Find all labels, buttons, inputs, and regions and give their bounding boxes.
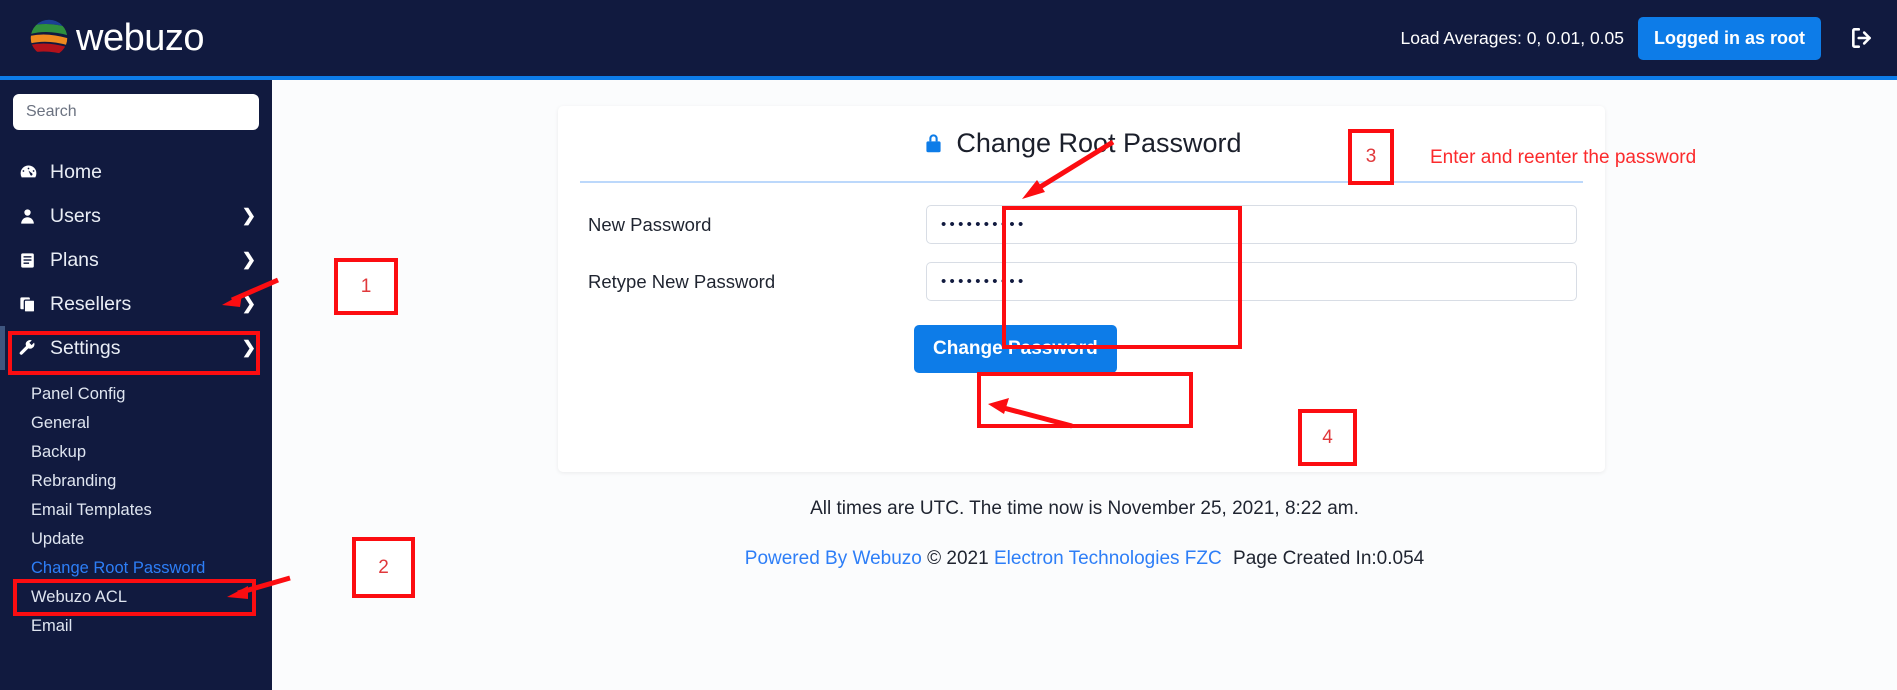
footer-page-created: Page Created In:0.054 (1233, 548, 1425, 569)
sidebar-subitem-email[interactable]: Email (0, 612, 272, 641)
sidebar-item-home[interactable]: Home (0, 150, 272, 194)
sidebar-item-label: Plans (50, 248, 99, 271)
electron-technologies-link[interactable]: Electron Technologies FZC (994, 548, 1222, 569)
page-title: Change Root Password (956, 128, 1242, 158)
change-password-button[interactable]: Change Password (914, 325, 1117, 373)
sidebar-search-wrap (0, 94, 272, 130)
new-password-label: New Password (588, 213, 712, 235)
sidebar-nav: Home Users ❯ Plans ❯ Resellers ❯ Setting… (0, 150, 272, 641)
webuzo-globe-icon (26, 15, 72, 61)
footer-copyright: © 2021 (927, 548, 989, 569)
sidebar-item-label: Home (50, 160, 103, 183)
card-title-row: Change Root Password (558, 106, 1605, 159)
footer: All times are UTC. The time now is Novem… (272, 498, 1897, 570)
card-divider (580, 181, 1583, 183)
brand-logo[interactable]: webuzo (26, 15, 204, 61)
retype-password-label: Retype New Password (588, 270, 776, 292)
sidebar-subitem-backup[interactable]: Backup (0, 438, 272, 467)
header-accent-line (0, 76, 1897, 80)
sidebar: Home Users ❯ (0, 80, 272, 690)
brand-name: webuzo (76, 17, 204, 59)
sidebar-item-label: Users (50, 204, 101, 227)
sidebar-subitem-general[interactable]: General (0, 409, 272, 438)
sidebar-subitem-webuzo-acl[interactable]: Webuzo ACL (0, 583, 272, 612)
footer-credits: Powered By Webuzo © 2021 Electron Techno… (272, 548, 1897, 570)
lock-icon (921, 131, 946, 156)
header-right-group: Load Averages: 0, 0.01, 0.05 Logged in a… (1400, 16, 1875, 60)
footer-time-text: All times are UTC. The time now is Novem… (810, 498, 1359, 519)
sidebar-item-label: Settings (50, 336, 121, 359)
retype-new-password-input[interactable] (926, 262, 1577, 301)
submit-row: Change Password (558, 325, 1605, 373)
form-row-retype-password: Retype New Password (558, 262, 1605, 301)
form-row-new-password: New Password (558, 205, 1605, 244)
new-password-input[interactable] (926, 205, 1577, 244)
user-icon (18, 207, 44, 226)
sidebar-subitem-panel-config[interactable]: Panel Config (0, 380, 272, 409)
top-header-bar: webuzo Load Averages: 0, 0.01, 0.05 Logg… (0, 0, 1897, 76)
logout-icon[interactable] (1849, 25, 1875, 51)
copy-icon (18, 295, 44, 314)
sidebar-item-users[interactable]: Users ❯ (0, 194, 272, 238)
logged-in-button[interactable]: Logged in as root (1638, 16, 1821, 60)
sidebar-item-label: Resellers (50, 292, 132, 315)
list-icon (18, 251, 44, 270)
wrench-icon (18, 339, 44, 358)
load-averages-text: Load Averages: 0, 0.01, 0.05 (1400, 27, 1624, 48)
powered-by-webuzo-link[interactable]: Powered By Webuzo (745, 548, 922, 569)
sidebar-subitem-rebranding[interactable]: Rebranding (0, 467, 272, 496)
sidebar-subitem-update[interactable]: Update (0, 525, 272, 554)
app-root: webuzo Load Averages: 0, 0.01, 0.05 Logg… (0, 0, 1897, 690)
chevron-right-icon: ❯ (241, 250, 256, 269)
sidebar-subitem-email-templates[interactable]: Email Templates (0, 496, 272, 525)
sidebar-active-accent (0, 326, 5, 370)
chevron-right-icon: ❯ (241, 206, 256, 225)
sidebar-item-settings[interactable]: Settings ❯ (0, 326, 272, 370)
dashboard-icon (18, 162, 44, 183)
sidebar-subitem-change-root-password[interactable]: Change Root Password (0, 554, 272, 583)
main-content: Change Root Password New Password Retype… (272, 80, 1897, 690)
sidebar-item-resellers[interactable]: Resellers ❯ (0, 282, 272, 326)
chevron-right-icon: ❯ (241, 294, 256, 313)
search-input[interactable] (13, 94, 259, 130)
change-root-password-card: Change Root Password New Password Retype… (558, 106, 1605, 472)
sidebar-item-plans[interactable]: Plans ❯ (0, 238, 272, 282)
chevron-right-icon: ❯ (241, 338, 256, 357)
